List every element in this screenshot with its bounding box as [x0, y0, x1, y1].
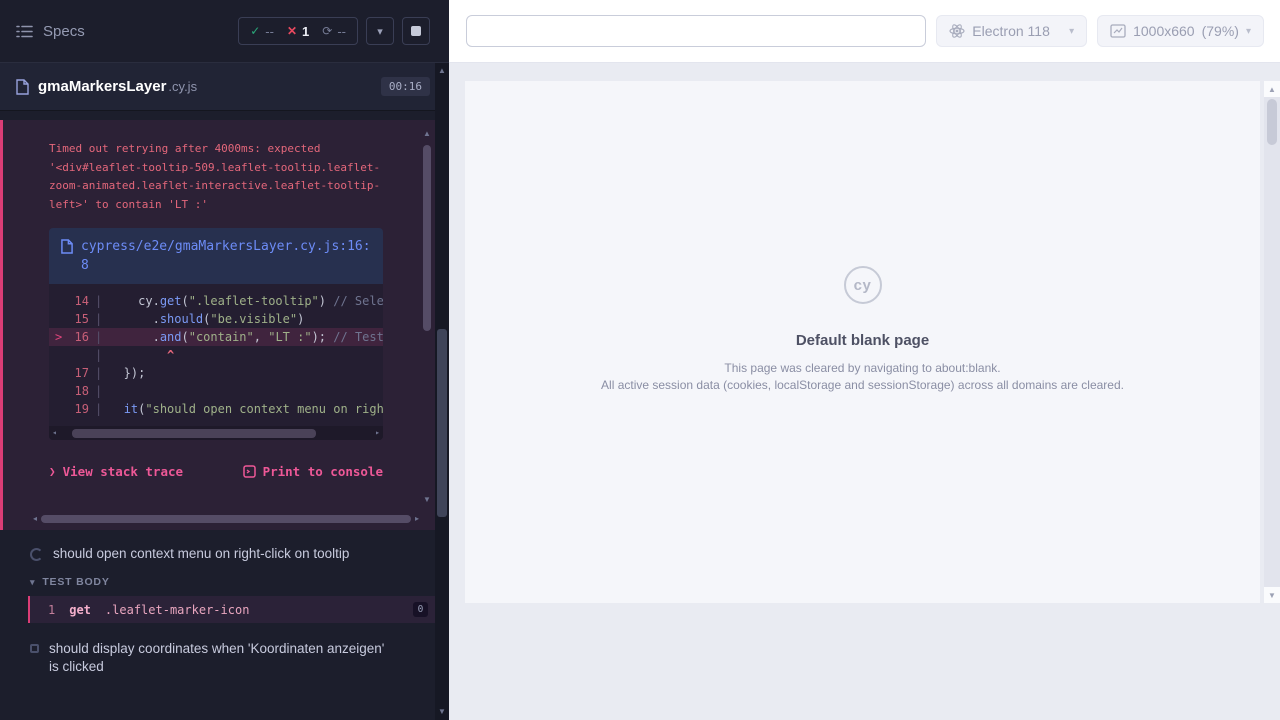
- stat-pending: ⟳ --: [322, 24, 346, 39]
- scroll-left-icon[interactable]: ◂: [52, 429, 57, 437]
- file-icon: [61, 239, 73, 275]
- scroll-down-icon[interactable]: ▼: [438, 704, 446, 720]
- view-stack-trace-link[interactable]: ❯ View stack trace: [49, 464, 183, 479]
- blank-page-line2: All active session data (cookies, localS…: [601, 377, 1124, 394]
- cypress-logo-text: cy: [854, 277, 872, 294]
- scroll-up-icon[interactable]: ▲: [423, 130, 431, 138]
- command-log-entry[interactable]: 1 get .leaflet-marker-icon 0: [28, 596, 435, 623]
- url-input[interactable]: [466, 15, 926, 47]
- stage-scrollbar[interactable]: ▲ ▼: [1264, 81, 1280, 603]
- spec-duration-badge: 00:16: [381, 77, 430, 96]
- command-number: 1: [30, 603, 55, 617]
- stop-tests-button[interactable]: [402, 17, 430, 45]
- code-lines: 14| cy.get(".leaflet-tooltip") // Sele 1…: [49, 292, 383, 418]
- stop-icon: [411, 26, 421, 36]
- stat-passed: ✓ --: [250, 24, 274, 39]
- blank-page-line1: This page was cleared by navigating to a…: [724, 360, 1000, 377]
- test-body-label: TEST BODY: [42, 576, 109, 588]
- scroll-down-icon[interactable]: ▼: [1264, 587, 1280, 603]
- aut-stage: cy Default blank page This page was clea…: [449, 63, 1280, 720]
- code-frame: cypress/e2e/gmaMarkersLayer.cy.js:16:8 1…: [49, 228, 383, 440]
- print-to-console-button[interactable]: Print to console: [243, 464, 383, 479]
- scroll-left-icon[interactable]: ◂: [33, 515, 37, 523]
- aut-toolbar: Electron 118 ▾ 1000x660 (79%) ▾: [449, 0, 1280, 63]
- reporter-controls: ✓ -- ✕ 1 ⟳ -- ▾: [238, 17, 430, 45]
- chevron-down-icon: ▾: [1246, 26, 1251, 37]
- view-stack-trace-label: View stack trace: [63, 464, 183, 479]
- aut-panel: Electron 118 ▾ 1000x660 (79%) ▾ cy Defau…: [449, 0, 1280, 720]
- reporter-scroll-thumb[interactable]: [437, 329, 447, 517]
- spec-file-icon: [16, 79, 29, 95]
- viewport-selector[interactable]: 1000x660 (79%) ▾: [1097, 15, 1264, 47]
- error-actions: ❯ View stack trace Print to console: [49, 464, 383, 479]
- chevron-right-icon: ❯: [49, 465, 56, 478]
- scroll-up-icon[interactable]: ▲: [438, 63, 446, 79]
- command-method: get: [69, 603, 91, 617]
- specs-title: Specs: [43, 23, 85, 40]
- test-stats: ✓ -- ✕ 1 ⟳ --: [238, 17, 358, 45]
- reporter-sidebar: Specs ✓ -- ✕ 1 ⟳ --: [0, 0, 449, 720]
- failed-count: 1: [302, 24, 309, 39]
- collapse-all-button[interactable]: ▾: [366, 17, 394, 45]
- scroll-right-icon[interactable]: ▸: [375, 429, 380, 437]
- error-hscroll-thumb[interactable]: [41, 515, 411, 523]
- spec-header: gmaMarkersLayer .cy.js 00:16: [0, 63, 449, 111]
- cypress-logo: cy: [844, 266, 882, 304]
- reporter-header: Specs ✓ -- ✕ 1 ⟳ --: [0, 0, 449, 63]
- chevron-down-icon: ▾: [1069, 26, 1074, 37]
- error-horizontal-scrollbar[interactable]: ◂ ▸: [33, 513, 419, 525]
- test-error-region: Timed out retrying after 4000ms: expecte…: [0, 120, 435, 530]
- scroll-right-icon[interactable]: ▸: [415, 515, 419, 523]
- cypress-runner: Specs ✓ -- ✕ 1 ⟳ --: [0, 0, 1280, 720]
- code-horizontal-scrollbar[interactable]: ◂ ▸: [49, 426, 383, 440]
- chevron-down-icon: ▾: [377, 25, 383, 38]
- viewport-scale: (79%): [1202, 23, 1239, 39]
- error-vertical-scrollbar[interactable]: ▲ ▼: [421, 130, 433, 504]
- browser-selector[interactable]: Electron 118 ▾: [936, 15, 1087, 47]
- spec-name: gmaMarkersLayer: [38, 78, 166, 95]
- chevron-down-icon: ▾: [30, 577, 35, 588]
- electron-icon: [949, 23, 965, 39]
- aut-iframe: cy Default blank page This page was clea…: [465, 81, 1260, 603]
- scroll-up-icon[interactable]: ▲: [1264, 81, 1280, 97]
- test-title: should display coordinates when 'Koordin…: [49, 640, 394, 676]
- pending-icon: ⟳: [322, 24, 332, 38]
- code-frame-header[interactable]: cypress/e2e/gmaMarkersLayer.cy.js:16:8: [49, 228, 383, 284]
- print-to-console-label: Print to console: [263, 464, 383, 479]
- pending-test-icon: [30, 644, 39, 653]
- viewport-icon: [1110, 24, 1126, 38]
- spec-extension: .cy.js: [168, 79, 197, 94]
- test-body-header[interactable]: ▾ TEST BODY: [0, 576, 435, 588]
- console-icon: [243, 465, 256, 478]
- viewport-size: 1000x660: [1133, 23, 1195, 39]
- code-snippet: 14| cy.get(".leaflet-tooltip") // Sele 1…: [49, 284, 383, 440]
- stage-scroll-thumb[interactable]: [1267, 99, 1277, 145]
- reporter-body: Timed out retrying after 4000ms: expecte…: [0, 112, 435, 720]
- command-count-badge: 0: [413, 602, 428, 617]
- check-icon: ✓: [250, 24, 260, 38]
- reporter-scrollbar[interactable]: ▲ ▼: [435, 63, 449, 720]
- browser-label: Electron 118: [972, 23, 1050, 39]
- code-frame-file-link[interactable]: cypress/e2e/gmaMarkersLayer.cy.js:16:8: [81, 237, 371, 275]
- test-title: should open context menu on right-click …: [53, 545, 349, 563]
- error-message: Timed out retrying after 4000ms: expecte…: [49, 140, 387, 214]
- stat-failed: ✕ 1: [287, 24, 309, 39]
- test-item-queued[interactable]: should display coordinates when 'Koordin…: [0, 640, 435, 676]
- spinner-icon: [30, 548, 43, 561]
- scroll-down-icon[interactable]: ▼: [423, 496, 431, 504]
- passed-count: --: [265, 24, 274, 39]
- command-args: .leaflet-marker-icon: [105, 603, 250, 617]
- blank-page-title: Default blank page: [796, 332, 929, 349]
- specs-menu-icon[interactable]: [16, 25, 33, 38]
- error-vscroll-thumb[interactable]: [423, 145, 431, 331]
- pending-count: --: [337, 24, 346, 39]
- test-item-running[interactable]: should open context menu on right-click …: [0, 545, 435, 563]
- fail-icon: ✕: [287, 24, 297, 38]
- code-scroll-thumb[interactable]: [72, 429, 316, 438]
